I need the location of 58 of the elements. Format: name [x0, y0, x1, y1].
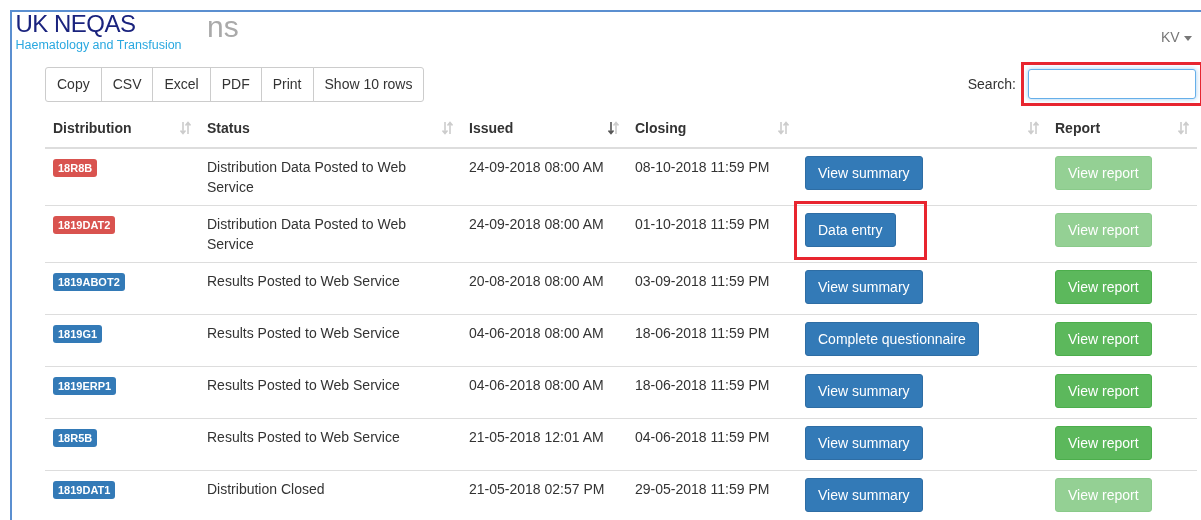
status-text: Distribution Data Posted to Web Service [207, 158, 406, 195]
status-text: Results Posted to Web Service [207, 324, 400, 341]
closing-date: 01-10-2018 11:59 PM [635, 215, 770, 232]
action-button[interactable]: View summary [805, 373, 923, 408]
export-button[interactable]: Copy [45, 66, 102, 102]
action-button[interactable]: Complete questionnaire [805, 321, 979, 356]
export-button[interactable]: CSV [100, 66, 154, 102]
status-text: Distribution Data Posted to Web Service [207, 215, 406, 252]
distribution-tag: 1819ABOT2 [53, 272, 125, 291]
issued-date: 04-06-2018 08:00 AM [469, 324, 604, 341]
search-field[interactable] [1028, 69, 1196, 100]
issued-date: 24-09-2018 08:00 AM [469, 215, 604, 232]
action-button[interactable]: View summary [805, 425, 923, 460]
column-header[interactable]: Issued [469, 117, 514, 139]
export-button[interactable]: Excel [152, 66, 211, 102]
action-button[interactable]: View summary [805, 477, 923, 512]
distribution-tag: 18R5B [53, 428, 98, 447]
user-menu[interactable]: KV [1154, 26, 1198, 49]
closing-date: 18-06-2018 11:59 PM [635, 324, 770, 341]
closing-date: 08-10-2018 11:59 PM [635, 158, 770, 175]
logo-subtitle: Haematology and Transfusion [15, 37, 182, 54]
distribution-tag: 1819G1 [53, 324, 103, 343]
column-header[interactable]: Status [207, 117, 250, 139]
column-header[interactable]: Report [1055, 117, 1101, 139]
column-header[interactable]: Closing [635, 117, 687, 139]
action-button[interactable]: Data entry [805, 212, 896, 247]
view-report-button[interactable]: View report [1055, 269, 1152, 304]
status-text: Distribution Closed [207, 480, 325, 497]
export-button[interactable]: PDF [209, 66, 262, 102]
distribution-tag: 1819ERP1 [53, 376, 117, 395]
issued-date: 21-05-2018 12:01 AM [469, 428, 604, 445]
status-text: Results Posted to Web Service [207, 428, 400, 445]
action-button[interactable]: View summary [805, 269, 923, 304]
search-label: Search: [967, 74, 1016, 94]
sort-icon[interactable] [608, 121, 619, 136]
action-button[interactable]: View summary [805, 155, 923, 190]
distribution-tag: 1819DAT2 [53, 215, 116, 234]
export-button[interactable]: Show 10 rows [312, 66, 425, 102]
logo-title: UK NEQAS [15, 12, 137, 36]
caret-icon [1183, 35, 1192, 41]
closing-date: 04-06-2018 11:59 PM [635, 428, 770, 445]
status-text: Results Posted to Web Service [207, 376, 400, 393]
heading-fragment: ns [207, 12, 239, 45]
issued-date: 21-05-2018 02:57 PM [469, 480, 605, 497]
closing-date: 03-09-2018 11:59 PM [635, 272, 770, 289]
distribution-tag: 1819DAT1 [53, 480, 116, 499]
view-report-button[interactable]: View report [1055, 321, 1152, 356]
view-report-button[interactable]: View report [1055, 425, 1152, 460]
closing-date: 29-05-2018 11:59 PM [635, 480, 770, 497]
closing-date: 18-06-2018 11:59 PM [635, 376, 770, 393]
column-header[interactable]: Distribution [53, 117, 132, 139]
issued-date: 04-06-2018 08:00 AM [469, 376, 604, 393]
export-button[interactable]: Print [260, 66, 314, 102]
issued-date: 24-09-2018 08:00 AM [469, 158, 604, 175]
view-report-button[interactable]: View report [1055, 373, 1152, 408]
status-text: Results Posted to Web Service [207, 272, 400, 289]
issued-date: 20-08-2018 08:00 AM [469, 272, 604, 289]
distribution-tag: 18R8B [53, 158, 98, 177]
